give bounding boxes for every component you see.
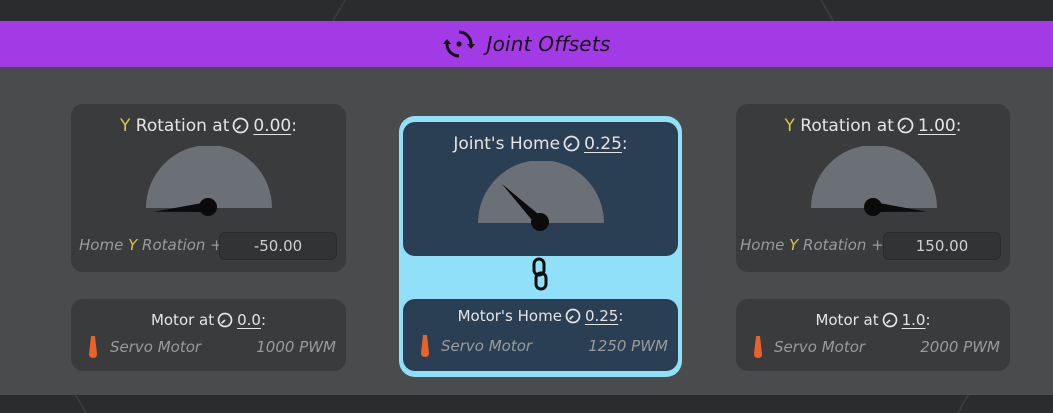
left-gauge bbox=[146, 146, 272, 216]
right-motor-pwm: 2000 PWM bbox=[920, 338, 1000, 356]
motor-home-card: Motor's Home 0.25: Servo Motor 1250 PWM bbox=[403, 299, 678, 371]
rotate-center-icon bbox=[442, 30, 475, 58]
right-rotation-value[interactable]: 1.00 bbox=[918, 116, 956, 136]
right-home-rotation-input[interactable]: 150.00 bbox=[883, 232, 1001, 260]
motor-home-value[interactable]: 0.25 bbox=[585, 307, 618, 325]
right-motor-value[interactable]: 1.0 bbox=[902, 311, 926, 329]
right-motor-title: Motor at 1.0: bbox=[815, 311, 931, 329]
left-home-label: Home Y Rotation + bbox=[79, 236, 223, 254]
left-motor-value[interactable]: 0.0 bbox=[237, 311, 261, 329]
right-home-label: Home Y Rotation + bbox=[740, 236, 884, 254]
clock-icon bbox=[217, 312, 233, 328]
joint-home-value[interactable]: 0.25 bbox=[584, 134, 622, 154]
link-icon[interactable] bbox=[531, 257, 549, 291]
clock-icon bbox=[565, 308, 581, 324]
left-rotation-title: Y Rotation at 0.00: bbox=[120, 116, 297, 136]
left-motor-title: Motor at 0.0: bbox=[150, 311, 267, 329]
top-strip bbox=[0, 0, 1053, 21]
gauge-hub bbox=[531, 213, 549, 231]
center-motor-pwm: 1250 PWM bbox=[588, 337, 668, 355]
joint-home-title: Joint's Home 0.25: bbox=[453, 134, 628, 154]
clock-icon bbox=[232, 117, 249, 134]
left-motor-pwm: 1000 PWM bbox=[256, 338, 336, 356]
right-motor-card: Motor at 1.0: Servo Motor 2000 PWM bbox=[736, 299, 1010, 371]
bottom-strip bbox=[0, 395, 1053, 413]
servo-motor-icon bbox=[421, 335, 429, 357]
servo-motor-icon bbox=[89, 336, 97, 358]
center-motor-type: Servo Motor bbox=[441, 337, 533, 355]
motor-home-title: Motor's Home 0.25: bbox=[457, 307, 624, 325]
center-gauge bbox=[478, 161, 604, 231]
header-title: Joint Offsets bbox=[486, 32, 611, 56]
gauge-hub bbox=[199, 198, 217, 216]
left-motor-type: Servo Motor bbox=[110, 338, 202, 356]
section-header: Joint Offsets bbox=[0, 21, 1053, 67]
left-home-rotation-input[interactable]: -50.00 bbox=[219, 232, 337, 260]
right-motor-type: Servo Motor bbox=[774, 338, 866, 356]
right-gauge bbox=[811, 146, 937, 216]
joint-home-selection[interactable]: Joint's Home 0.25: Motor's Home 0.25: Serv… bbox=[399, 116, 682, 377]
right-rotation-title: Y Rotation at 1.00: bbox=[784, 116, 962, 136]
joint-home-card: Joint's Home 0.25: bbox=[403, 122, 678, 256]
left-motor-card: Motor at 0.0: Servo Motor 1000 PWM bbox=[71, 299, 346, 371]
left-rotation-card: Y Rotation at 0.00: Home Y Rotation + -50… bbox=[71, 104, 346, 272]
servo-motor-icon bbox=[754, 336, 762, 358]
clock-icon bbox=[563, 135, 580, 152]
clock-icon bbox=[882, 312, 897, 328]
gauge-hub bbox=[864, 198, 882, 216]
right-rotation-card: Y Rotation at 1.00: Home Y Rotation + 150… bbox=[736, 104, 1010, 272]
clock-icon bbox=[897, 117, 914, 134]
left-rotation-value[interactable]: 0.00 bbox=[253, 116, 291, 136]
